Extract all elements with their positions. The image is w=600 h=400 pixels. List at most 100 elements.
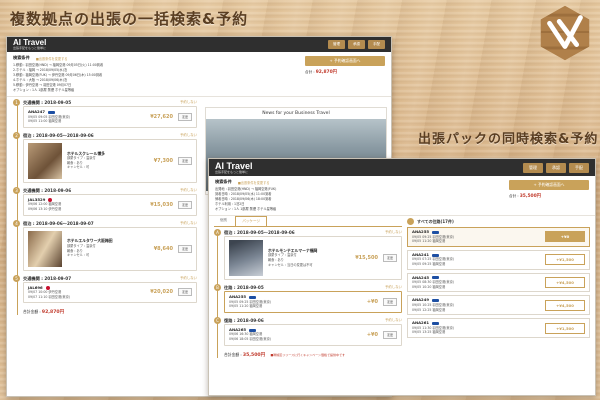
flight-name: ANA255 — [229, 294, 246, 299]
flight-arrive: 09/06 18:05 羽田空港(東京) — [229, 336, 272, 341]
front-cond-line: オプション : 1人 1部屋 禁煙 ホテル星等級 — [215, 207, 277, 211]
select-flight-button[interactable]: +¥1,500 — [545, 322, 585, 334]
segment-number: 4 — [13, 219, 20, 227]
skip-reserve-link[interactable]: 予約しない — [180, 275, 197, 282]
ana-logo-icon — [431, 321, 439, 325]
segment-number: 2 — [13, 131, 20, 139]
flight-card: ANA265 09/06 16:30 福岡空港 09/06 18:05 羽田空港… — [224, 323, 402, 346]
ana-logo-icon — [248, 295, 256, 299]
headline-package-search: 出張パックの同時検索&予約 — [418, 132, 599, 147]
skip-reserve-link[interactable]: 予約しない — [385, 317, 402, 324]
package-search-screen: AI Travel 出張手配をもっと簡単に 管理 承認 手配 検索条件 ■出張条… — [208, 158, 596, 396]
skip-reserve-link[interactable]: 予約しない — [180, 132, 197, 139]
front-nav-arrange[interactable]: 手配 — [569, 162, 589, 173]
front-body: 個別 パッケージ A 宿泊 : 2018-09-05〜2018-09-06 予約し… — [209, 216, 595, 358]
front-nav-manage[interactable]: 管理 — [523, 162, 543, 173]
flight-arrive: 09/05 11:00 福岡空港 — [28, 119, 62, 124]
back-nav-arrange[interactable]: 手配 — [368, 40, 385, 49]
segment-price: ¥8,640 — [153, 245, 173, 252]
back-search-conditions: 検索条件 ■出張条件を変更する 1.移動 : 羽田空港(HND) → 福岡空港 … — [7, 52, 391, 97]
front-topbar: AI Travel 出張手配をもっと簡単に 管理 承認 手配 — [209, 159, 595, 176]
flight-options-column: すべての往路(17件) ANA255 09/05 09:25 羽田空港(東京) … — [407, 216, 590, 358]
change-button[interactable]: 変更 — [382, 330, 397, 339]
segment-title: 宿泊 : 2018-09-05〜2018-09-06 — [224, 230, 295, 235]
front-itinerary: A 宿泊 : 2018-09-05〜2018-09-06 予約しない ホテルモンテ… — [214, 229, 402, 358]
package-tabs: 個別 パッケージ — [214, 216, 402, 227]
ana-logo-icon — [431, 299, 439, 303]
flight-card: JAL696 09/07 10:00 伊丹空港 09/07 11:10 羽田空港… — [23, 281, 197, 304]
select-flight-button[interactable]: +¥1,500 — [545, 254, 585, 266]
skip-reserve-link[interactable]: 予約しない — [180, 220, 197, 227]
flight-arrive: 09/05 11:20 福岡空港 — [412, 239, 446, 244]
flight-arrive: 09/06 13:10 伊丹空港 — [28, 206, 62, 211]
brand-logo-icon — [540, 5, 590, 61]
change-button[interactable]: 変更 — [177, 244, 192, 253]
skip-reserve-link[interactable]: 予約しない — [180, 99, 197, 106]
change-button[interactable]: 変更 — [177, 200, 192, 209]
list-dot-icon — [407, 218, 414, 225]
itinerary-segment: 2 宿泊 : 2018-09-05〜2018-09-06 予約しない ホテルスクレ… — [13, 131, 197, 183]
tab-package[interactable]: パッケージ — [235, 216, 268, 226]
front-total: 合計 : 35,500円 — [509, 193, 589, 199]
flight-option[interactable]: ANA249 09/05 10:25 羽田空港(東京) 09/05 12:25 … — [407, 295, 590, 316]
front-change-conditions-link[interactable]: ■出張条件を変更する — [238, 180, 270, 185]
hotel-card: ホテルモンテエルマーナ福岡 部屋タイプ : 温泉付 朝食 : あり キャンセル … — [224, 236, 402, 280]
flight-arrive: 09/05 13:25 福岡空港 — [412, 330, 446, 335]
itinerary-segment: 5 交通機関 : 2018-09-07 予約しない JAL696 09/07 10… — [13, 274, 197, 304]
front-logo-sub: 出張手配をもっと簡単に — [215, 169, 249, 174]
hotel-detail: キャンセル : 可 — [67, 253, 90, 258]
flight-arrive: 09/05 12:25 福岡空港 — [412, 307, 446, 312]
back-total-label: 合計 : — [305, 70, 315, 74]
back-itinerary: 1 交通機関 : 2018-09-05 予約しない ANA247 09/05 09… — [7, 97, 203, 316]
back-bottom-total: 合計金額 : 92,870円 — [13, 307, 197, 315]
headline-bulk-search: 複数拠点の出張の一括検索&予約 — [10, 10, 249, 28]
segment-title: 復路 : 2018-09-06 — [224, 317, 264, 323]
news-title: News for your Business Travel — [262, 111, 330, 116]
skip-reserve-link[interactable]: 予約しない — [385, 284, 402, 291]
segment-price: ¥15,030 — [150, 201, 173, 208]
flight-option[interactable]: ANA241 09/05 07:25 羽田空港(東京) 09/05 09:25 … — [407, 249, 590, 270]
flight-name: ANA255 — [412, 229, 429, 234]
segment-title: 往路 : 2018-09-05 — [224, 285, 264, 290]
front-bottom-total: 合計金額 : 35,500円 ■幹線区リリースに行くキャンペーン価格で提供中です — [214, 350, 402, 358]
change-button[interactable]: 変更 — [382, 297, 397, 306]
flight-name: ANA247 — [28, 109, 45, 114]
change-button[interactable]: 変更 — [382, 254, 397, 262]
segment-price: ¥7,300 — [153, 157, 173, 164]
itinerary-segment: 1 交通機関 : 2018-09-05 予約しない ANA247 09/05 09… — [13, 99, 197, 128]
front-nav-approve[interactable]: 承認 — [546, 162, 566, 173]
front-total-label: 合計 : — [509, 194, 519, 198]
skip-reserve-link[interactable]: 予約しない — [385, 229, 402, 236]
back-nav-approve[interactable]: 承認 — [348, 40, 365, 49]
tab-individual[interactable]: 個別 — [214, 216, 233, 226]
front-total-value: 35,500円 — [519, 194, 542, 199]
itinerary-segment: A 宿泊 : 2018-09-05〜2018-09-06 予約しない ホテルモンテ… — [214, 229, 402, 280]
select-flight-button[interactable]: +¥4,500 — [545, 299, 585, 311]
flight-card: ANA247 09/05 09:05 羽田空港(東京) 09/05 11:00 … — [23, 106, 197, 128]
flight-arrive: 09/05 09:25 福岡空港 — [412, 261, 446, 266]
back-total: 合計 : 92,870円 — [305, 69, 385, 75]
segment-price: ¥15,500 — [355, 255, 378, 261]
back-change-conditions-link[interactable]: ■出張条件を変更する — [36, 56, 68, 61]
package-column: 個別 パッケージ A 宿泊 : 2018-09-05〜2018-09-06 予約し… — [214, 216, 402, 358]
select-flight-button[interactable]: +¥0 — [545, 231, 585, 243]
hotel-photo — [28, 142, 62, 179]
change-button[interactable]: 変更 — [177, 288, 192, 297]
itinerary-segment: 4 宿泊 : 2018-09-06〜2018-09-07 予約しない ホテルエルタ… — [13, 219, 197, 271]
flight-option[interactable]: ANA255 09/05 09:25 羽田空港(東京) 09/05 11:20 … — [407, 227, 590, 247]
bottom-total-label: 合計金額 : — [23, 309, 41, 315]
ana-logo-icon — [431, 276, 439, 280]
flight-option[interactable]: ANA245 09/05 08:30 羽田空港(東京) 09/05 10:20 … — [407, 272, 590, 293]
flight-option[interactable]: ANA261 09/05 11:30 羽田空港(東京) 09/05 13:25 … — [407, 318, 590, 338]
back-nav-manage[interactable]: 管理 — [328, 40, 345, 49]
change-button[interactable]: 変更 — [177, 156, 192, 165]
skip-reserve-link[interactable]: 予約しない — [180, 187, 197, 194]
back-reserve-button[interactable]: + 予約確認画面へ — [305, 56, 385, 66]
front-reserve-button[interactable]: + 予約確認画面へ — [509, 180, 589, 190]
hotel-card: ホテルエルタワー大阪梅田 部屋タイプ : 温泉付 朝食 : あり キャンセル :… — [23, 226, 197, 271]
segment-price: +¥0 — [366, 298, 378, 305]
back-cond-line: オプション : 1人 1部屋 禁煙 ホテル星等級 — [13, 88, 75, 92]
select-flight-button[interactable]: +¥4,500 — [545, 276, 585, 288]
ana-logo-icon — [431, 230, 439, 234]
change-button[interactable]: 変更 — [177, 112, 192, 121]
